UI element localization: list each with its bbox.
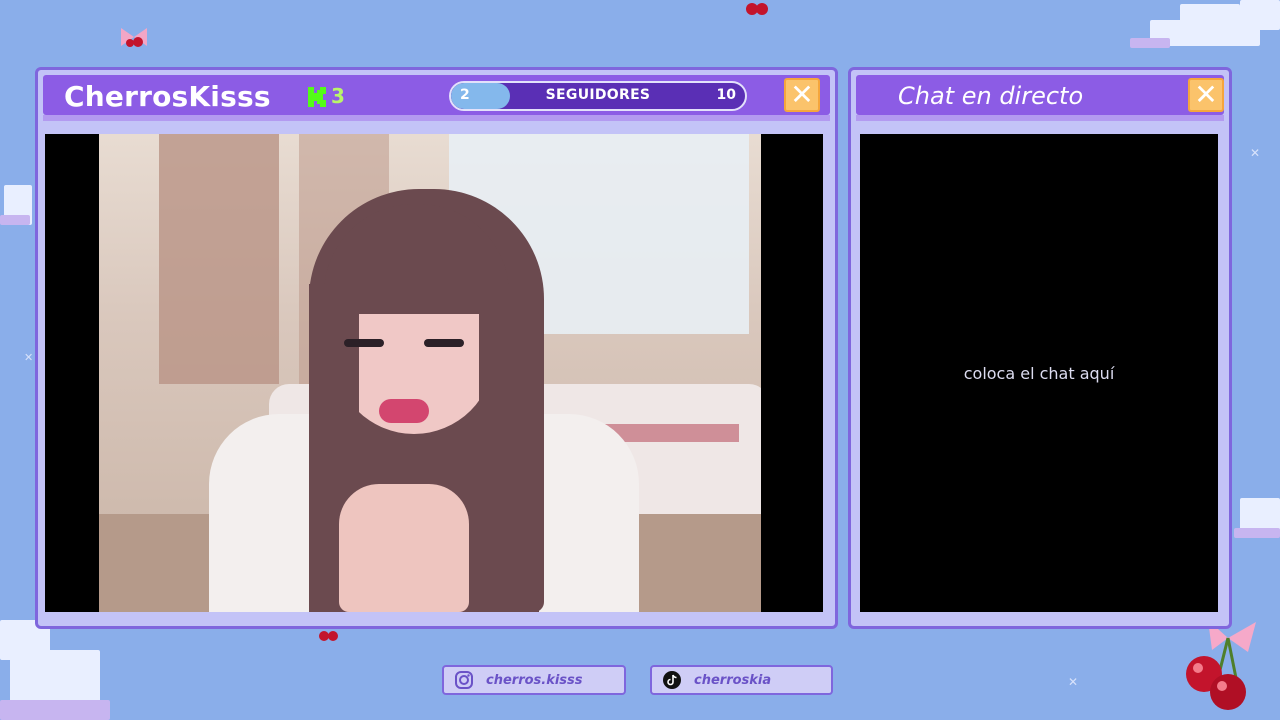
tiktok-handle: cherroskia	[694, 673, 772, 688]
webcam-feed	[45, 134, 823, 612]
chat-placeholder-text: coloca el chat aquí	[963, 364, 1115, 383]
channel-name: CherrosKisss	[64, 80, 271, 113]
pixel-cloud-bottom-left	[0, 620, 110, 720]
pixel-cloud-left	[0, 175, 36, 235]
chat-window: Chat en directo ✕ coloca el chat aquí	[848, 67, 1232, 629]
chat-close-button[interactable]: ✕	[1188, 78, 1224, 112]
kick-icon	[308, 87, 326, 107]
stream-window: CherrosKisss 3 2 SEGUIDORES 10 ✕	[35, 67, 838, 629]
instagram-link[interactable]: cherros.kisss	[442, 665, 626, 695]
follower-goal-bar: 2 SEGUIDORES 10	[449, 81, 747, 111]
sparkle-icon: ✕	[1068, 675, 1079, 689]
sparkle-icon: ✕	[1250, 146, 1261, 160]
stream-titlebar: CherrosKisss 3 2 SEGUIDORES 10 ✕	[43, 75, 830, 115]
follower-goal-target: 10	[716, 87, 736, 103]
instagram-handle: cherros.kisss	[486, 673, 583, 688]
chat-area: coloca el chat aquí	[860, 134, 1218, 612]
sparkle-icon: ✕	[24, 351, 34, 364]
chat-title: Chat en directo	[898, 82, 1084, 110]
instagram-icon	[455, 671, 473, 689]
follower-goal-label: SEGUIDORES	[545, 87, 651, 103]
bow-icon	[121, 28, 147, 47]
titlebar-divider	[856, 115, 1224, 121]
cherry-icon	[746, 3, 768, 15]
tiktok-link[interactable]: cherroskia	[650, 665, 833, 695]
tiktok-icon	[663, 671, 681, 689]
pixel-cloud-right	[1234, 490, 1280, 550]
pixel-cloud-top-right	[1130, 0, 1280, 50]
chat-titlebar: Chat en directo ✕	[856, 75, 1224, 115]
stream-close-button[interactable]: ✕	[784, 78, 820, 112]
viewer-count: 3	[331, 84, 345, 108]
webcam-image	[99, 134, 761, 612]
titlebar-divider	[43, 115, 830, 121]
